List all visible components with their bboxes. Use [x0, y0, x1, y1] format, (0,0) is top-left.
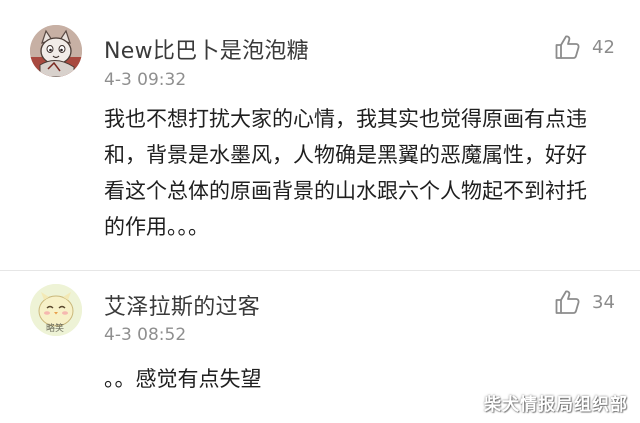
username[interactable]: New比巴卜是泡泡糖 [104, 33, 309, 65]
cat-cartoon-avatar-icon [30, 25, 82, 77]
thumbs-up-icon [555, 290, 580, 314]
user-avatar[interactable]: 略笑 [30, 284, 82, 336]
watermark: 柴犬情报局组织部 [484, 395, 628, 415]
avatar-caption: 略笑 [46, 324, 65, 334]
like-button[interactable]: 42 [553, 32, 615, 62]
user-avatar[interactable] [30, 25, 82, 77]
like-count: 42 [592, 36, 615, 58]
like-count: 34 [592, 291, 615, 313]
comment-list: New比巴卜是泡泡糖 4-3 09:32 42 我也不想打扰大家的心情，我其实也… [0, 0, 640, 423]
like-button[interactable]: 34 [553, 287, 615, 317]
comment-item: New比巴卜是泡泡糖 4-3 09:32 42 我也不想打扰大家的心情，我其实也… [0, 0, 640, 270]
thumbs-up-icon [555, 35, 580, 59]
username[interactable]: 艾泽拉斯的过客 [104, 289, 260, 321]
comment-timestamp: 4-3 09:32 [104, 70, 187, 90]
comment-text: 我也不想打扰大家的心情，我其实也觉得原画有点违和，背景是水墨风，人物确是黑翼的恶… [104, 107, 587, 239]
comment-timestamp: 4-3 08:52 [104, 325, 187, 345]
